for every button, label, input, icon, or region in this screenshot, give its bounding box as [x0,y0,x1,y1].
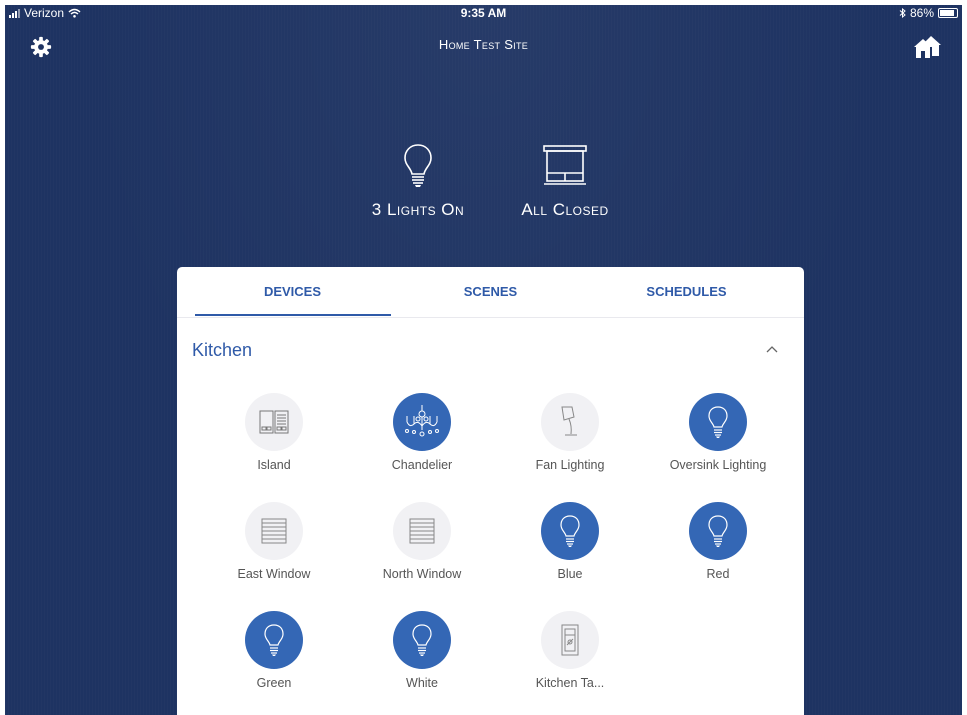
battery-icon [938,8,958,18]
device-blue[interactable]: Blue [510,502,630,582]
status-bar: Verizon 9:35 AM 86% [5,5,962,21]
lights-summary-label: 3 Lights On [371,200,465,219]
room-title: Kitchen [192,340,253,360]
device-label: Green [256,676,292,690]
device-green[interactable]: Green [214,611,334,691]
device-label: Chandelier [391,458,453,472]
tab-bar: DEVICES SCENES SCHEDULES [177,267,804,318]
room-section-header[interactable]: Kitchen [177,318,804,380]
lights-summary[interactable]: 3 Lights On [363,143,473,220]
site-title: Home Test Site [438,37,529,52]
bulb-icon [708,406,728,438]
device-oversink-lighting[interactable]: Oversink Lighting [658,393,778,473]
device-circle [245,611,303,669]
shade-window-icon [543,145,587,185]
bulb-icon [264,624,284,656]
bluetooth-icon [899,8,906,18]
device-label: Blue [557,567,583,581]
device-label: Red [706,567,730,581]
device-label: East Window [237,567,311,581]
lightbulb-icon [404,144,432,187]
device-chandelier[interactable]: Chandelier [362,393,482,473]
device-east-window[interactable]: East Window [214,502,334,582]
device-circle [393,611,451,669]
houses-icon[interactable] [912,34,942,60]
device-circle [245,502,303,560]
tab-schedules[interactable]: SCHEDULES [589,284,784,299]
device-circle [541,502,599,560]
device-circle [393,393,451,451]
chevron-up-icon[interactable] [765,343,779,357]
device-label: Island [257,458,291,472]
device-white[interactable]: White [362,611,482,691]
device-label: Kitchen Ta... [535,676,605,690]
bulb-icon [560,515,580,547]
device-circle [689,393,747,451]
device-circle [541,393,599,451]
status-right: 86% [899,6,958,20]
bulb-icon [708,515,728,547]
device-label: White [406,676,438,690]
shades-summary-label: All Closed [521,200,609,219]
shade-icon [409,518,435,544]
bulb-icon [412,624,432,656]
tab-scenes[interactable]: SCENES [393,284,588,299]
device-circle [245,393,303,451]
keypad-icon [259,410,289,434]
device-label: North Window [382,567,462,581]
device-label: Fan Lighting [535,458,605,472]
device-north-window[interactable]: North Window [362,502,482,582]
lamp-icon [561,406,577,436]
summary-bar: 3 Lights On All Closed [5,143,962,233]
devices-panel: DEVICES SCENES SCHEDULES Kitchen Island … [177,267,804,715]
tab-devices[interactable]: DEVICES [195,284,390,299]
shades-summary[interactable]: All Closed [510,143,620,220]
device-circle [393,502,451,560]
active-tab-indicator [195,314,391,316]
device-circle [689,502,747,560]
app-screen: Verizon 9:35 AM 86% Home Test Site 3 Lig… [5,5,962,715]
switch-icon [561,624,579,656]
shade-icon [261,518,287,544]
device-island[interactable]: Island [214,393,334,473]
clock: 9:35 AM [460,6,507,20]
device-circle [541,611,599,669]
device-red[interactable]: Red [658,502,778,582]
chandelier-icon [405,405,439,437]
device-label: Oversink Lighting [669,458,767,472]
battery-percent: 86% [909,6,934,20]
device-fan-lighting[interactable]: Fan Lighting [510,393,630,473]
device-kitchen-table[interactable]: Kitchen Ta... [510,611,630,691]
